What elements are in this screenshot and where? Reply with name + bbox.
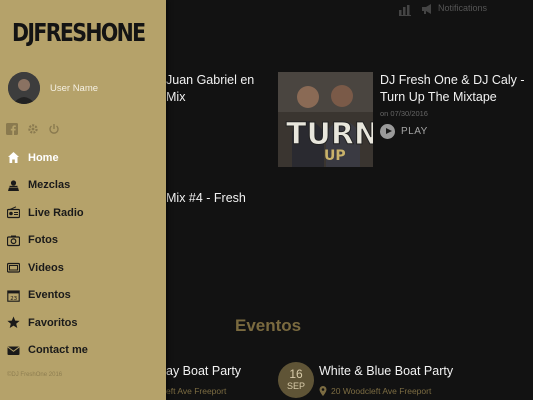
event-address: 20 Woodcleft Ave Freeport: [331, 386, 432, 396]
nav-item-favoritos[interactable]: Favoritos: [0, 309, 166, 337]
mixtape-card-date: on 07/30/2016: [380, 109, 428, 118]
nav-item-videos[interactable]: Videos: [0, 254, 166, 282]
nav-label: Home: [28, 151, 59, 164]
event-title[interactable]: White & Blue Boat Party: [319, 364, 453, 378]
event-title[interactable]: ay Boat Party: [166, 364, 241, 378]
calendar-icon: 23: [6, 288, 20, 302]
nav-label: Live Radio: [28, 206, 84, 219]
nav-item-mezclas[interactable]: Mezclas: [0, 172, 166, 200]
nav-label: Contact me: [28, 344, 88, 357]
event-address-row: 20 Woodcleft Ave Freeport: [319, 386, 431, 396]
mixtape-card-title[interactable]: DJ Fresh One & DJ Caly - Turn Up The Mix…: [380, 72, 530, 106]
mixtape-card-title[interactable]: Juan Gabriel en Mix: [166, 72, 266, 106]
map-pin-icon: [319, 386, 327, 396]
nav-item-contact-me[interactable]: Contact me: [0, 337, 166, 365]
video-icon: [6, 261, 20, 275]
svg-text:23: 23: [10, 296, 17, 302]
event-day: 16: [289, 367, 303, 381]
event-date-badge: 16 SEP: [278, 362, 314, 398]
brand-logo[interactable]: DJFRESHONE: [12, 18, 146, 48]
radio-icon: [6, 206, 20, 220]
play-label[interactable]: PLAY: [401, 126, 428, 137]
dj-icon: [6, 178, 20, 192]
nav-label: Fotos: [28, 234, 58, 247]
megaphone-icon[interactable]: [421, 2, 433, 14]
bar-chart-icon[interactable]: [399, 3, 411, 16]
copyright-text: ©DJ FreshOne 2016: [7, 372, 63, 378]
top-bar: Notifications: [393, 0, 533, 18]
svg-text:TURN: TURN: [286, 117, 373, 152]
user-name[interactable]: User Name: [50, 83, 98, 94]
home-icon: [6, 151, 20, 165]
facebook-icon[interactable]: [6, 122, 18, 135]
avatar[interactable]: [8, 72, 40, 104]
nav-item-live-radio[interactable]: Live Radio: [0, 199, 166, 227]
nav-label: Videos: [28, 261, 64, 274]
notifications-link[interactable]: Notifications: [438, 3, 487, 13]
event-month: SEP: [286, 381, 305, 391]
power-icon[interactable]: [48, 122, 60, 134]
nav-label: Favoritos: [28, 316, 78, 329]
settings-icon[interactable]: [27, 122, 39, 134]
side-drawer: DJFRESHONE User Name Home Mezclas Live R…: [0, 0, 166, 400]
mixtape-card-title[interactable]: Mix #4 - Fresh: [166, 190, 266, 207]
nav-item-fotos[interactable]: Fotos: [0, 227, 166, 255]
event-address: eft Ave Freeport: [166, 386, 227, 396]
mail-icon: [6, 343, 20, 357]
play-button[interactable]: PLAY: [380, 124, 428, 139]
mixtape-cover-image[interactable]: TURN UP: [278, 72, 373, 167]
nav-label: Eventos: [28, 289, 71, 302]
drawer-nav: Home Mezclas Live Radio Fotos Videos 23 …: [0, 144, 166, 364]
star-icon: [6, 316, 20, 330]
nav-item-eventos[interactable]: 23 Eventos: [0, 282, 166, 310]
nav-item-home[interactable]: Home: [0, 144, 166, 172]
camera-icon: [6, 233, 20, 247]
svg-text:UP: UP: [324, 148, 346, 164]
play-icon[interactable]: [380, 124, 395, 139]
nav-label: Mezclas: [28, 179, 71, 192]
events-heading: Eventos: [235, 316, 302, 335]
